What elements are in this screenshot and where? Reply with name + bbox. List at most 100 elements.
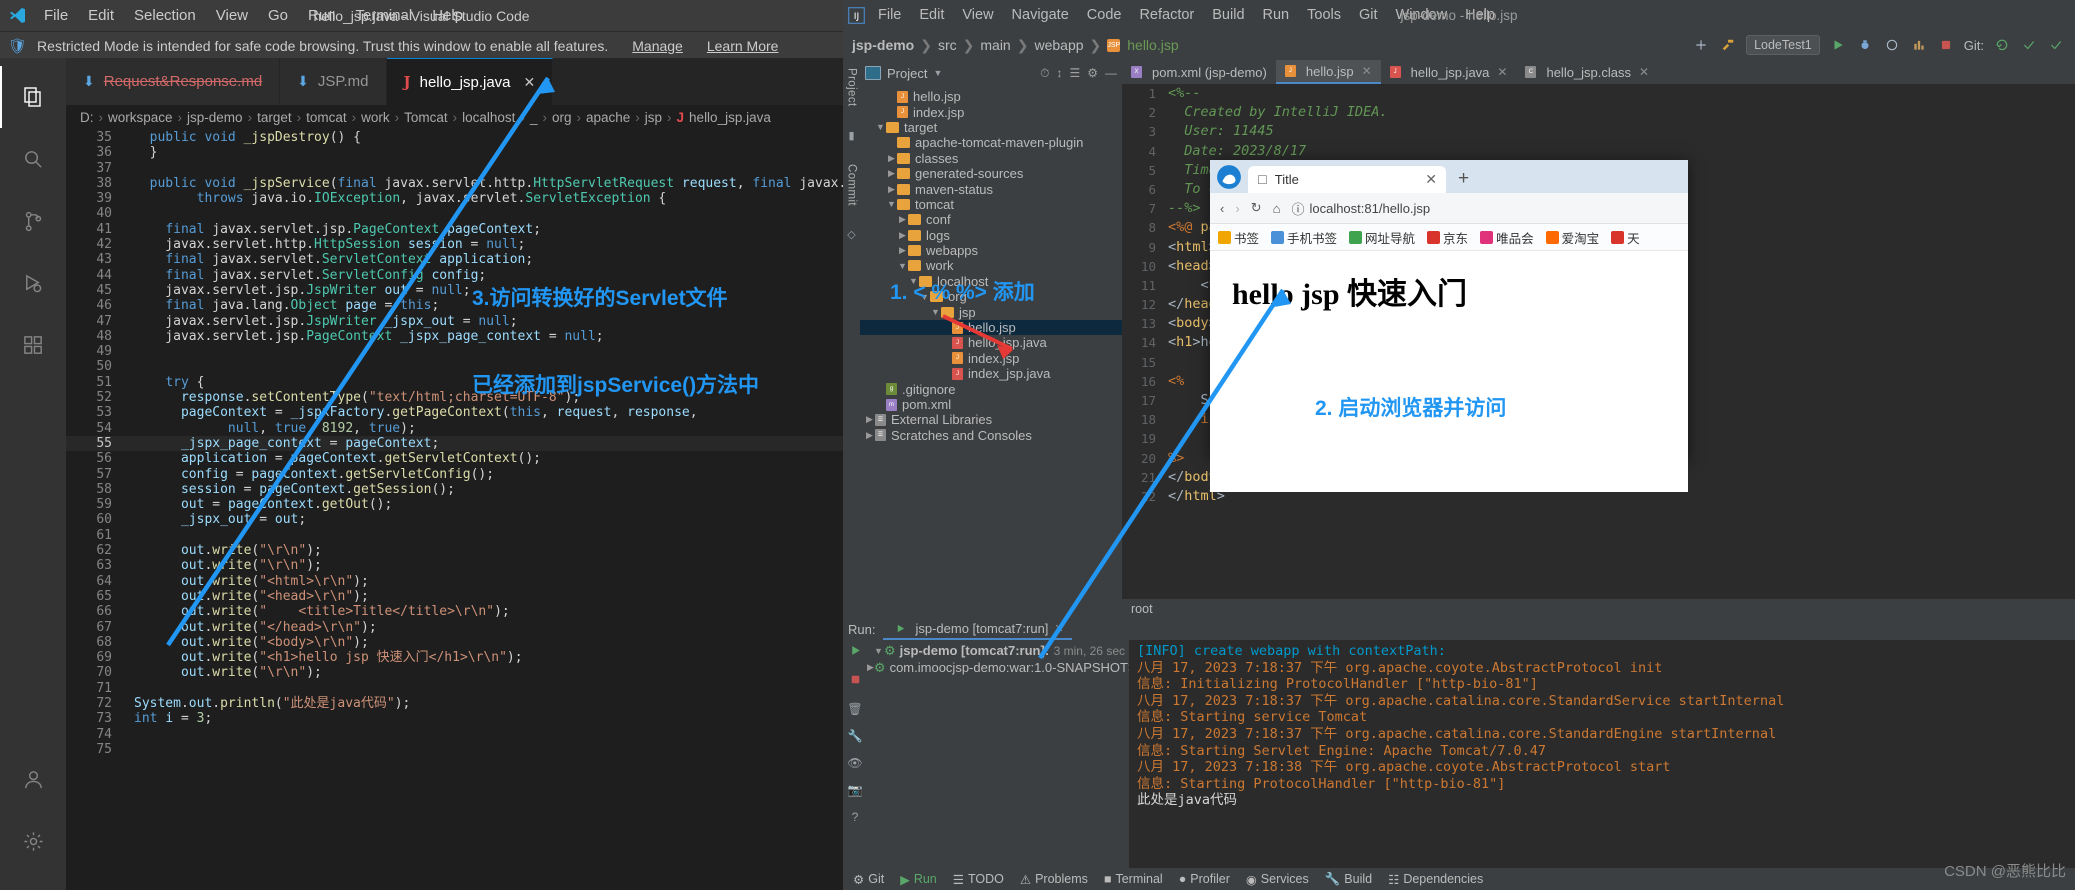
- status-problems[interactable]: ⚠ Problems: [1020, 872, 1088, 887]
- code-line[interactable]: 4 Date: 2023/8/17: [1122, 142, 2075, 161]
- status-git[interactable]: ⚙ Git: [853, 872, 884, 887]
- manage-link[interactable]: Manage: [632, 38, 683, 54]
- code-line[interactable]: 49: [66, 344, 843, 359]
- run-console[interactable]: [INFO] create webapp with contextPath: 八月…: [1129, 640, 2075, 868]
- code-line[interactable]: 74: [66, 727, 843, 742]
- menu-selection[interactable]: Selection: [124, 7, 206, 24]
- code-line[interactable]: 45 javax.servlet.jsp.JspWriter out = nul…: [66, 283, 843, 298]
- code-line[interactable]: 39 throws java.io.IOException, javax.ser…: [66, 191, 843, 206]
- gear-icon[interactable]: [0, 810, 66, 872]
- close-icon[interactable]: ✕: [1639, 65, 1649, 79]
- back-icon[interactable]: ‹: [1220, 201, 1224, 216]
- bookmark-item[interactable]: 京东: [1427, 228, 1468, 247]
- idea-menu-run[interactable]: Run: [1254, 7, 1299, 23]
- run-gutter-toolbar[interactable]: 🗑 🔧 👁 📷 ?: [843, 640, 867, 868]
- code-line[interactable]: 51 try {: [66, 375, 843, 390]
- status-todo[interactable]: ☰ TODO: [953, 872, 1004, 887]
- eye-icon[interactable]: 👁: [847, 756, 862, 770]
- bookmark-item[interactable]: 手机书签: [1271, 228, 1337, 247]
- profiler-icon[interactable]: [1910, 36, 1928, 54]
- tree-item[interactable]: ▼ org: [860, 289, 1122, 304]
- address-bar[interactable]: ⓘ localhost:81/hello.jsp: [1291, 199, 1430, 218]
- reload-icon[interactable]: ↻: [1251, 200, 1262, 216]
- bookmark-item[interactable]: 爱淘宝: [1545, 228, 1599, 247]
- tree-item[interactable]: ▶ ☰ Scratches and Consoles: [860, 428, 1122, 443]
- idea-menu-refactor[interactable]: Refactor: [1130, 7, 1203, 23]
- breadcrumb-seg[interactable]: _: [530, 110, 538, 125]
- vscode-menubar[interactable]: File Edit Selection View Go Run Terminal…: [34, 7, 473, 24]
- idea-menu-git[interactable]: Git: [1350, 7, 1387, 23]
- idea-menu-window[interactable]: Window: [1387, 7, 1457, 23]
- tree-item[interactable]: ▶ logs: [860, 228, 1122, 243]
- code-line[interactable]: 36 }: [66, 145, 843, 160]
- navbar-main[interactable]: main: [980, 37, 1010, 53]
- hide-icon[interactable]: —: [1105, 66, 1117, 81]
- menu-go[interactable]: Go: [258, 7, 298, 24]
- explorer-icon[interactable]: [0, 66, 66, 128]
- tree-item[interactable]: ▼ tomcat: [860, 197, 1122, 212]
- code-line[interactable]: 73 int i = 3;: [66, 711, 843, 726]
- menu-view[interactable]: View: [206, 7, 258, 24]
- tree-item[interactable]: ▶ ☰ External Libraries: [860, 412, 1122, 427]
- tree-item[interactable]: Jhello.jsp: [860, 89, 1122, 104]
- code-line[interactable]: 68 out.write("<body>\r\n");: [66, 635, 843, 650]
- code-line[interactable]: 53 pageContext = _jspxFactory.getPageCon…: [66, 405, 843, 420]
- code-line[interactable]: 58 session = pageContext.getSession();: [66, 482, 843, 497]
- debug-icon[interactable]: [1856, 36, 1874, 54]
- tree-item[interactable]: Jindex.jsp: [860, 351, 1122, 366]
- close-icon[interactable]: ✕: [1425, 171, 1437, 188]
- tree-item[interactable]: Jindex.jsp: [860, 104, 1122, 120]
- chevron-right-icon[interactable]: ▶: [886, 168, 897, 179]
- code-line[interactable]: 54 null, true, 8192, true);: [66, 421, 843, 436]
- search-icon[interactable]: [0, 128, 66, 190]
- menu-terminal[interactable]: Terminal: [346, 7, 423, 24]
- chevron-down-icon[interactable]: ▼: [919, 292, 930, 302]
- code-line[interactable]: 65 out.write("<head>\r\n");: [66, 589, 843, 604]
- menu-help[interactable]: Help: [422, 7, 473, 24]
- project-tool-label[interactable]: Project: [846, 68, 858, 107]
- breadcrumb-seg[interactable]: hello_jsp.java: [689, 110, 771, 125]
- chevron-down-icon[interactable]: ▼: [875, 122, 886, 132]
- bookmark-item[interactable]: 书签: [1218, 228, 1259, 247]
- code-line[interactable]: 63 out.write("\r\n");: [66, 558, 843, 573]
- idea-tab-hello-jsp-java[interactable]: J hello_jsp.java ✕: [1381, 60, 1517, 84]
- code-line[interactable]: 50: [66, 359, 843, 374]
- tree-item[interactable]: g .gitignore: [860, 381, 1122, 397]
- chevron-down-icon[interactable]: ▼: [933, 68, 942, 78]
- new-tab-button[interactable]: +: [1446, 168, 1481, 193]
- source-control-icon[interactable]: [0, 190, 66, 252]
- editor-tab-hello-jsp-java[interactable]: J hello_jsp.java ✕: [386, 58, 554, 105]
- browser-tab[interactable]: ☐ Title ✕: [1248, 166, 1446, 193]
- tree-item[interactable]: ▶ generated-sources: [860, 166, 1122, 181]
- chevron-right-icon[interactable]: ▶: [867, 662, 874, 673]
- chevron-down-icon[interactable]: ▼: [886, 199, 897, 209]
- project-tree-panel[interactable]: Project ▼ ⏱ ↕ ☰ ⚙ — Jhello.jsp Jindex.jsp…: [860, 60, 1122, 618]
- stop-icon[interactable]: [1937, 36, 1955, 54]
- idea-menu-code[interactable]: Code: [1078, 7, 1131, 23]
- menu-edit[interactable]: Edit: [78, 7, 124, 24]
- idea-tool-strip[interactable]: Project ▮ Commit ◇: [843, 60, 860, 618]
- commit-icon[interactable]: ◇: [847, 228, 855, 241]
- tree-item[interactable]: Jindex_jsp.java: [860, 366, 1122, 381]
- code-line[interactable]: 43 final javax.servlet.ServletContext ap…: [66, 252, 843, 267]
- code-line[interactable]: 2 Created by IntelliJ IDEA.: [1122, 103, 2075, 122]
- browser-navbar[interactable]: ‹ › ↻ ⌂ ⓘ localhost:81/hello.jsp: [1210, 193, 1688, 224]
- project-tree[interactable]: Jhello.jsp Jindex.jsp ▼ target apache-tomca…: [860, 86, 1122, 618]
- code-line[interactable]: 60 _jspx_out = out;: [66, 512, 843, 527]
- idea-tab-hello-jsp[interactable]: J hello.jsp ✕: [1275, 60, 1381, 84]
- code-line[interactable]: 1 <%--: [1122, 84, 2075, 103]
- run-icon[interactable]: [1829, 36, 1847, 54]
- forward-icon[interactable]: ›: [1235, 201, 1239, 216]
- run-results-tree[interactable]: ▼ ⚙ jsp-demo [tomcat7:run]: 3 min, 26 sec ▶ ⚙…: [867, 640, 1129, 868]
- tree-item[interactable]: ▶ conf: [860, 212, 1122, 227]
- code-line[interactable]: 55 _jspx_page_context = pageContext;: [66, 435, 843, 452]
- bookmark-item[interactable]: 唯品会: [1480, 228, 1534, 247]
- code-line[interactable]: 75: [66, 742, 843, 757]
- code-line[interactable]: 56 application = pageContext.getServletC…: [66, 451, 843, 466]
- idea-tab-hello-jsp-class[interactable]: C hello_jsp.class ✕: [1516, 60, 1658, 84]
- idea-editor-tabs[interactable]: X pom.xml (jsp-demo) J hello.jsp ✕ J hel…: [1122, 60, 2075, 84]
- git-push-icon[interactable]: [2047, 36, 2065, 54]
- breadcrumb-seg[interactable]: D:: [80, 110, 94, 125]
- chevron-down-icon[interactable]: ▼: [908, 276, 919, 286]
- chevron-right-icon[interactable]: ▶: [886, 153, 897, 164]
